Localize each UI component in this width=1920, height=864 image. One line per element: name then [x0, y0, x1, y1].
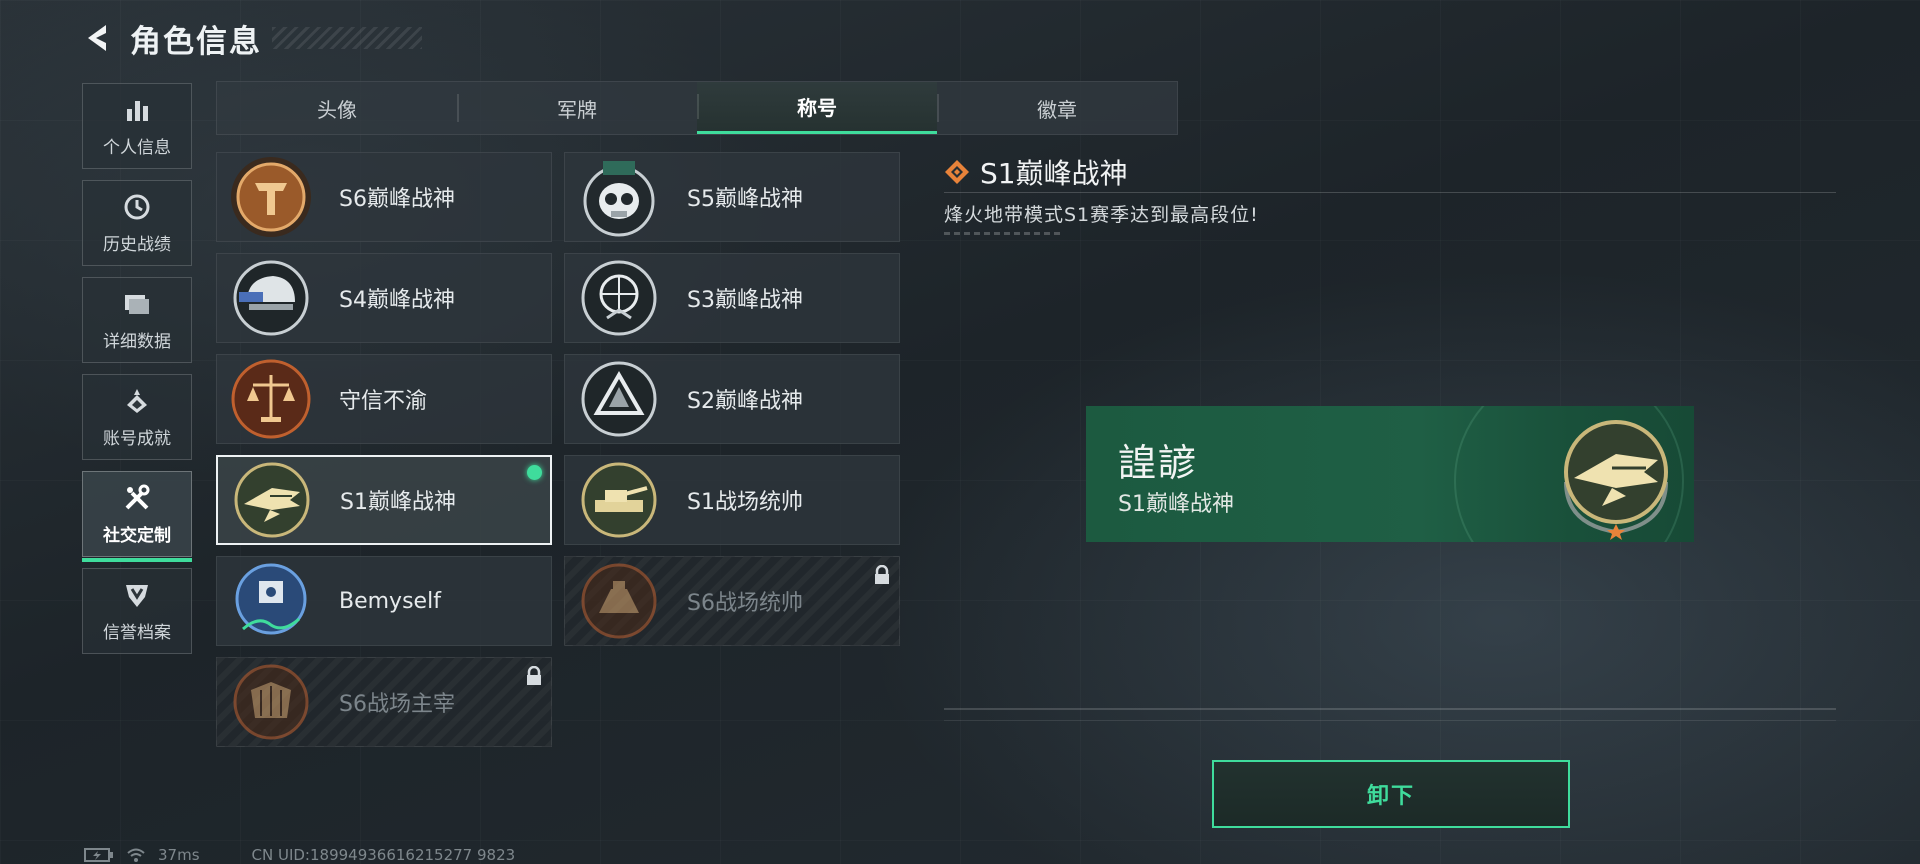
title-card[interactable]: S5巅峰战神	[564, 152, 900, 242]
side-nav-label: 账号成就	[103, 428, 171, 449]
side-nav-label: 信誉档案	[103, 622, 171, 643]
triangle-emblem-icon	[577, 357, 661, 441]
side-nav-label: 历史战绩	[103, 234, 171, 255]
title-card[interactable]: S4巅峰战神	[216, 253, 552, 343]
tab-avatar[interactable]: 头像	[217, 82, 457, 134]
crocodile-emblem-icon	[230, 458, 314, 542]
title-label: S6战场统帅	[687, 591, 803, 616]
category-tabs: 头像 军牌 称号 徽章	[216, 81, 1178, 135]
robot-emblem-icon	[229, 559, 313, 643]
globe-emblem-icon	[577, 256, 661, 340]
player-name: 諻諺	[1118, 441, 1199, 485]
title-card[interactable]: S1战场统帅	[564, 455, 900, 545]
bar-chart-icon	[122, 95, 152, 125]
tank-emblem-icon	[577, 458, 661, 542]
title-card-selected[interactable]: S1巅峰战神	[216, 455, 552, 545]
side-nav-item-detailed-data[interactable]: 详细数据	[82, 277, 192, 363]
scales-emblem-icon	[229, 357, 313, 441]
side-nav: 个人信息 历史战绩 详细数据 账号成就 社交定制 信誉档案	[82, 83, 192, 665]
detail-header: S1巅峰战神	[944, 152, 1128, 192]
tab-title[interactable]: 称号	[697, 82, 937, 134]
preview-title: S1巅峰战神	[1118, 492, 1234, 517]
credit-shield-icon	[122, 580, 152, 610]
title-card-locked[interactable]: S6战场主宰	[216, 657, 552, 747]
divider	[944, 720, 1836, 721]
crocodile-emblem-icon	[1552, 412, 1680, 540]
side-nav-label: 详细数据	[103, 331, 171, 352]
back-arrow-icon	[88, 25, 106, 51]
title-card[interactable]: S2巅峰战神	[564, 354, 900, 444]
title-label: S5巅峰战神	[687, 187, 803, 212]
bronze-t-emblem-icon	[229, 155, 313, 239]
title-card-locked[interactable]: S6战场统帅	[564, 556, 900, 646]
side-nav-item-history[interactable]: 历史战绩	[82, 180, 192, 266]
divider-dashes	[944, 232, 1064, 235]
lock-icon	[873, 564, 891, 585]
divider	[944, 708, 1836, 710]
wifi-icon	[127, 848, 145, 862]
status-bar: 37ms CN UID:18994936616215277 9823	[84, 846, 515, 864]
tab-badge[interactable]: 徽章	[937, 82, 1177, 134]
tools-icon	[122, 483, 152, 513]
title-card[interactable]: S6巅峰战神	[216, 152, 552, 242]
diamond-icon	[945, 160, 969, 184]
achievement-icon	[122, 386, 152, 416]
tab-dog-tag[interactable]: 军牌	[457, 82, 697, 134]
title-label: S4巅峰战神	[339, 288, 455, 313]
title-decoration	[272, 27, 422, 49]
equipped-indicator	[527, 465, 542, 480]
fist-emblem-icon	[229, 660, 313, 744]
battery-icon	[84, 848, 113, 862]
side-nav-item-social-custom[interactable]: 社交定制	[82, 471, 192, 562]
side-nav-item-credit[interactable]: 信誉档案	[82, 568, 192, 654]
page-title: 角色信息	[130, 23, 262, 60]
detail-title: S1巅峰战神	[980, 157, 1128, 190]
side-nav-label: 社交定制	[103, 525, 171, 546]
player-uid: CN UID:18994936616215277 9823	[251, 846, 516, 864]
title-label: S2巅峰战神	[687, 389, 803, 414]
ping-readout: 37ms	[158, 846, 200, 864]
title-label: S1战场统帅	[687, 490, 803, 515]
divider	[944, 192, 1836, 193]
side-nav-label: 个人信息	[103, 137, 171, 158]
title-card[interactable]: Bemyself	[216, 556, 552, 646]
title-label: S3巅峰战神	[687, 288, 803, 313]
skull-emblem-icon	[577, 155, 661, 239]
title-card[interactable]: S3巅峰战神	[564, 253, 900, 343]
title-label: 守信不渝	[339, 389, 428, 414]
lock-icon	[525, 665, 543, 686]
helmet-emblem-icon	[229, 256, 313, 340]
back-button[interactable]	[80, 21, 114, 55]
history-clock-icon	[122, 192, 152, 222]
title-preview-card: 諻諺 S1巅峰战神	[1086, 406, 1694, 542]
detail-description: 烽火地带模式S1赛季达到最高段位!	[944, 204, 1259, 226]
title-label: S6战场主宰	[339, 692, 455, 717]
unequip-button[interactable]: 卸下	[1212, 760, 1570, 828]
title-label: Bemyself	[339, 588, 441, 614]
title-label: S1巅峰战神	[340, 490, 456, 515]
folder-icon	[122, 289, 152, 319]
side-nav-item-achievements[interactable]: 账号成就	[82, 374, 192, 460]
title-card[interactable]: 守信不渝	[216, 354, 552, 444]
mech-emblem-icon	[577, 559, 661, 643]
side-nav-item-personal-info[interactable]: 个人信息	[82, 83, 192, 169]
title-label: S6巅峰战神	[339, 187, 455, 212]
header: 角色信息	[80, 18, 422, 60]
